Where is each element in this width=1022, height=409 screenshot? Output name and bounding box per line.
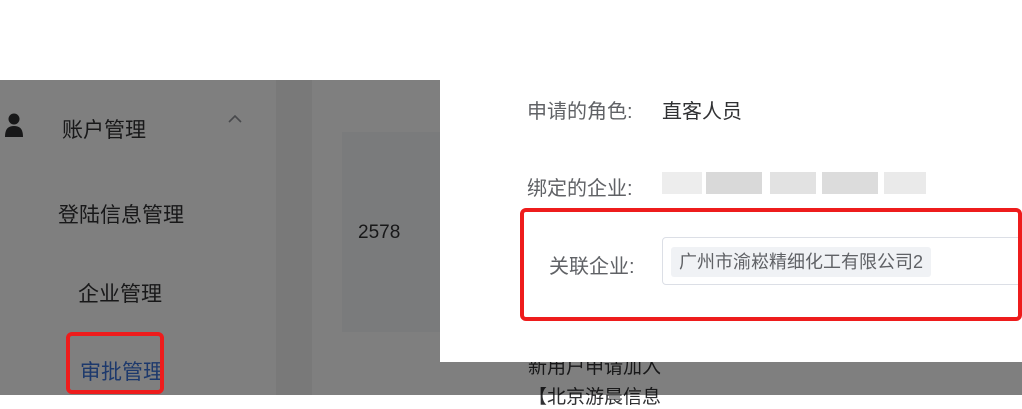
role-value: 直客人员 — [662, 101, 742, 123]
highlight-approval-menu — [66, 332, 164, 394]
role-label: 申请的角色: — [527, 101, 633, 123]
bound-company-label: 绑定的企业: — [527, 178, 633, 200]
highlight-linked-company — [520, 208, 1022, 321]
bound-company-value-redacted — [662, 168, 926, 198]
